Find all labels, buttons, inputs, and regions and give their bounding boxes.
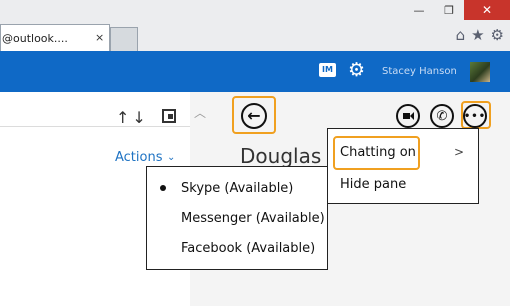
window-controls: — ❐ ✕ <box>404 0 510 20</box>
video-call-icon[interactable] <box>396 104 420 128</box>
divider <box>0 126 190 127</box>
settings-gear-icon[interactable]: ⚙ <box>348 59 365 81</box>
chat-icon[interactable]: IM <box>319 63 336 77</box>
new-tab-button[interactable] <box>110 27 138 51</box>
arrow-up-icon[interactable]: ↑ <box>116 108 132 127</box>
tab-close-icon[interactable]: × <box>95 31 104 44</box>
home-icon[interactable]: ⌂ <box>456 26 466 44</box>
menu-item-hide-pane[interactable]: Hide pane <box>340 177 406 192</box>
more-options-icon[interactable]: ••• <box>463 104 487 128</box>
submenu-item-skype[interactable]: Skype (Available) <box>181 181 293 196</box>
tab-title: @outlook.... <box>2 32 68 45</box>
arrow-down-icon[interactable]: ↓ <box>132 108 148 127</box>
chevron-right-icon: > <box>454 145 465 159</box>
close-window-icon[interactable]: ✕ <box>464 0 510 20</box>
minimize-icon[interactable]: — <box>404 0 434 20</box>
chevron-down-icon[interactable]: ⌄ <box>167 152 175 163</box>
browser-toolbar: ⌂ ★ ⚙ <box>456 26 504 44</box>
submenu-item-facebook[interactable]: Facebook (Available) <box>181 241 315 256</box>
app-header: IM ⚙ Stacey Hanson <box>0 51 510 92</box>
avatar[interactable] <box>470 62 490 82</box>
actions-menu-button[interactable]: Actions <box>115 150 163 165</box>
browser-chrome: — ❐ ✕ @outlook.... × ⌂ ★ ⚙ <box>0 0 510 51</box>
nav-arrows: ↑↓ <box>116 108 149 127</box>
user-name[interactable]: Stacey Hanson <box>382 66 457 77</box>
popout-icon[interactable] <box>162 109 176 123</box>
contact-name: Douglas P <box>240 144 340 168</box>
selected-bullet-icon <box>160 185 166 191</box>
phone-call-icon[interactable]: ✆ <box>430 104 454 128</box>
menu-item-chatting-on[interactable]: Chatting on <box>340 145 416 160</box>
scroll-up-icon[interactable]: ︿ <box>194 104 206 121</box>
back-arrow-icon[interactable]: ← <box>241 103 267 129</box>
restore-icon[interactable]: ❐ <box>434 0 464 20</box>
star-icon[interactable]: ★ <box>471 26 484 44</box>
gear-icon[interactable]: ⚙ <box>491 26 504 44</box>
browser-tab-active[interactable]: @outlook.... <box>0 24 110 51</box>
submenu-item-messenger[interactable]: Messenger (Available) <box>181 211 325 226</box>
